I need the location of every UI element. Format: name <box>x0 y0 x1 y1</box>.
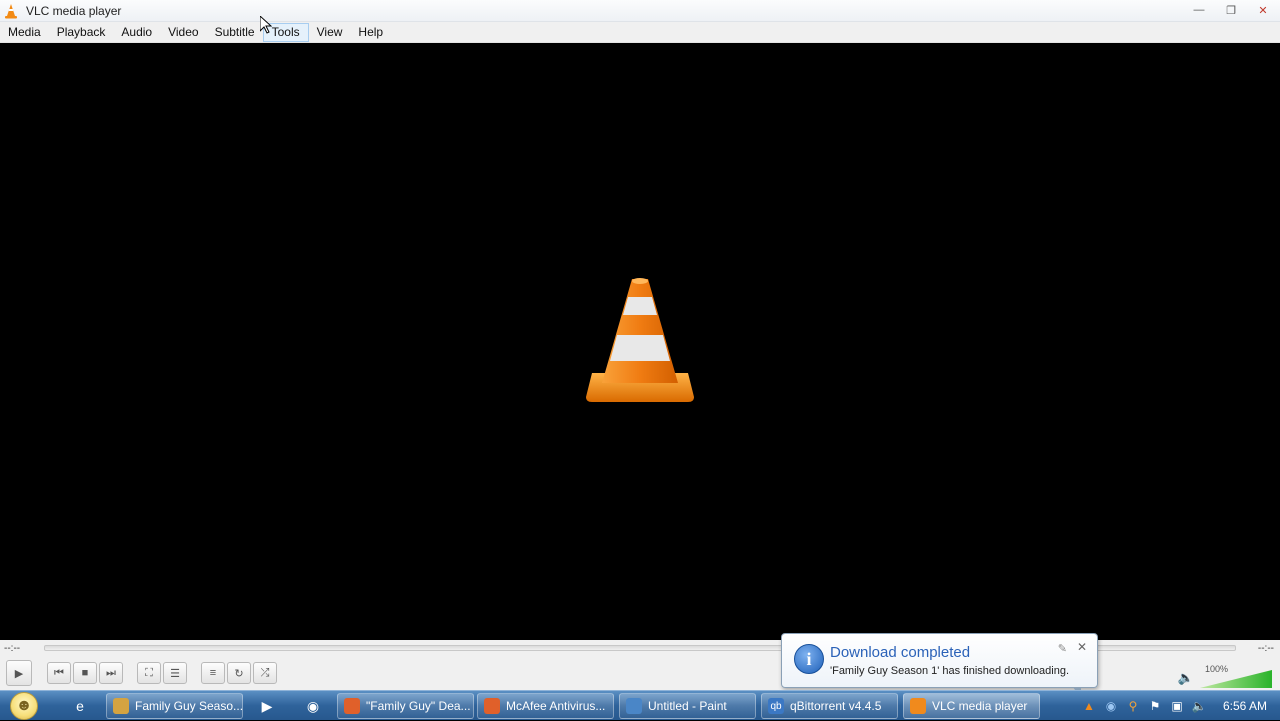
minimize-button[interactable]: — <box>1184 1 1214 19</box>
vlc-cone-icon <box>910 698 926 714</box>
notification-message: 'Family Guy Season 1' has finished downl… <box>830 665 1070 677</box>
menu-audio[interactable]: Audio <box>113 23 160 42</box>
playlist-button[interactable]: ≡ <box>201 662 225 684</box>
notification-title: Download completed <box>830 644 971 661</box>
taskbar-item-label: qBittorrent v4.4.5 <box>790 699 882 713</box>
mouse-cursor-icon <box>260 16 272 34</box>
maximize-button[interactable]: ❐ <box>1216 1 1246 19</box>
stop-button[interactable]: ■ <box>73 662 97 684</box>
info-icon: i <box>794 644 824 674</box>
taskbar-item-label: "Family Guy" Dea... <box>366 699 471 713</box>
menu-video[interactable]: Video <box>160 23 206 42</box>
title-bar: VLC media player — ❐ ✕ <box>0 0 1280 22</box>
taskbar: ☻ e Family Guy Seaso... ▶ ◉ "Family Guy"… <box>0 690 1280 720</box>
menu-playback[interactable]: Playback <box>49 23 114 42</box>
tray-search-icon[interactable]: ⚲ <box>1122 695 1144 717</box>
volume-slider[interactable] <box>1200 670 1272 688</box>
paint-icon <box>626 698 642 714</box>
taskbar-item-label: Untitled - Paint <box>648 699 727 713</box>
system-tray: ▲ ◉ ⚲ ⚑ ▣ 🔈 6:56 AM <box>1078 691 1280 721</box>
extended-settings-button[interactable]: ☰ <box>163 662 187 684</box>
remaining-time: --:-- <box>1257 642 1274 654</box>
taskbar-item-explorer[interactable]: Family Guy Seaso... <box>106 693 243 719</box>
notification-close-button[interactable]: ✕ <box>1077 640 1087 654</box>
tray-vlc-icon[interactable]: ▲ <box>1078 695 1100 717</box>
tray-qbittorrent-icon[interactable]: ◉ <box>1100 695 1122 717</box>
internet-explorer-icon[interactable]: e <box>69 695 91 717</box>
explorer-folder-icon <box>113 698 129 714</box>
shuffle-button[interactable]: ⤮ <box>253 662 277 684</box>
elapsed-time: --:-- <box>4 642 21 654</box>
speaker-icon[interactable]: 🔈 <box>1178 670 1194 686</box>
stop-icon: ■ <box>81 667 89 679</box>
vlc-cone-logo <box>586 278 694 402</box>
firefox-icon <box>344 698 360 714</box>
menu-subtitle[interactable]: Subtitle <box>207 23 263 42</box>
action-center-flag-icon[interactable]: ⚑ <box>1144 695 1166 717</box>
close-icon: ✕ <box>1258 4 1268 17</box>
play-button[interactable]: ▶ <box>6 660 32 686</box>
close-icon: ✕ <box>1076 640 1087 654</box>
clock[interactable]: 6:56 AM <box>1210 699 1280 713</box>
taskbar-item-paint[interactable]: Untitled - Paint <box>619 693 756 719</box>
shuffle-icon: ⤮ <box>260 666 270 679</box>
taskbar-item-label: Family Guy Seaso... <box>135 699 243 713</box>
maximize-icon: ❐ <box>1226 4 1236 17</box>
taskbar-item-firefox-1[interactable]: "Family Guy" Dea... <box>337 693 474 719</box>
download-notification[interactable]: i Download completed 'Family Guy Season … <box>781 633 1098 699</box>
taskbar-item-vlc[interactable]: VLC media player <box>903 693 1040 719</box>
menu-help[interactable]: Help <box>350 23 391 42</box>
taskbar-item-qbittorrent[interactable]: qb qBittorrent v4.4.5 <box>761 693 898 719</box>
previous-icon: ⏮ <box>54 666 64 679</box>
vlc-cone-icon <box>5 3 17 18</box>
extended-settings-icon: ☰ <box>170 667 180 680</box>
next-icon: ⏭ <box>106 666 116 679</box>
loop-icon: ↻ <box>234 667 244 680</box>
start-orb-icon: ☻ <box>10 692 38 720</box>
next-button[interactable]: ⏭ <box>99 662 123 684</box>
taskbar-item-label: VLC media player <box>932 699 1028 713</box>
options-icon[interactable]: ✎ <box>1058 642 1067 655</box>
taskbar-item-label: McAfee Antivirus... <box>506 699 606 713</box>
volume-tray-icon[interactable]: 🔈 <box>1188 695 1210 717</box>
firefox-icon <box>484 698 500 714</box>
start-button[interactable]: ☻ <box>2 692 46 720</box>
playlist-icon: ≡ <box>209 667 217 679</box>
chrome-icon[interactable]: ◉ <box>302 695 324 717</box>
loop-button[interactable]: ↻ <box>227 662 251 684</box>
previous-button[interactable]: ⏮ <box>47 662 71 684</box>
play-icon: ▶ <box>14 667 24 680</box>
menu-view[interactable]: View <box>309 23 351 42</box>
fullscreen-icon: ⛶ <box>145 666 153 679</box>
minimize-icon: — <box>1193 4 1205 16</box>
media-player-icon[interactable]: ▶ <box>256 695 278 717</box>
close-button[interactable]: ✕ <box>1248 1 1278 19</box>
qbittorrent-icon: qb <box>768 698 784 714</box>
menu-bar: Media Playback Audio Video Subtitle Tool… <box>0 22 1280 43</box>
fullscreen-button[interactable]: ⛶ <box>137 662 161 684</box>
taskbar-item-firefox-2[interactable]: McAfee Antivirus... <box>477 693 614 719</box>
network-icon[interactable]: ▣ <box>1166 695 1188 717</box>
window-title: VLC media player <box>26 3 122 18</box>
menu-media[interactable]: Media <box>0 23 49 42</box>
